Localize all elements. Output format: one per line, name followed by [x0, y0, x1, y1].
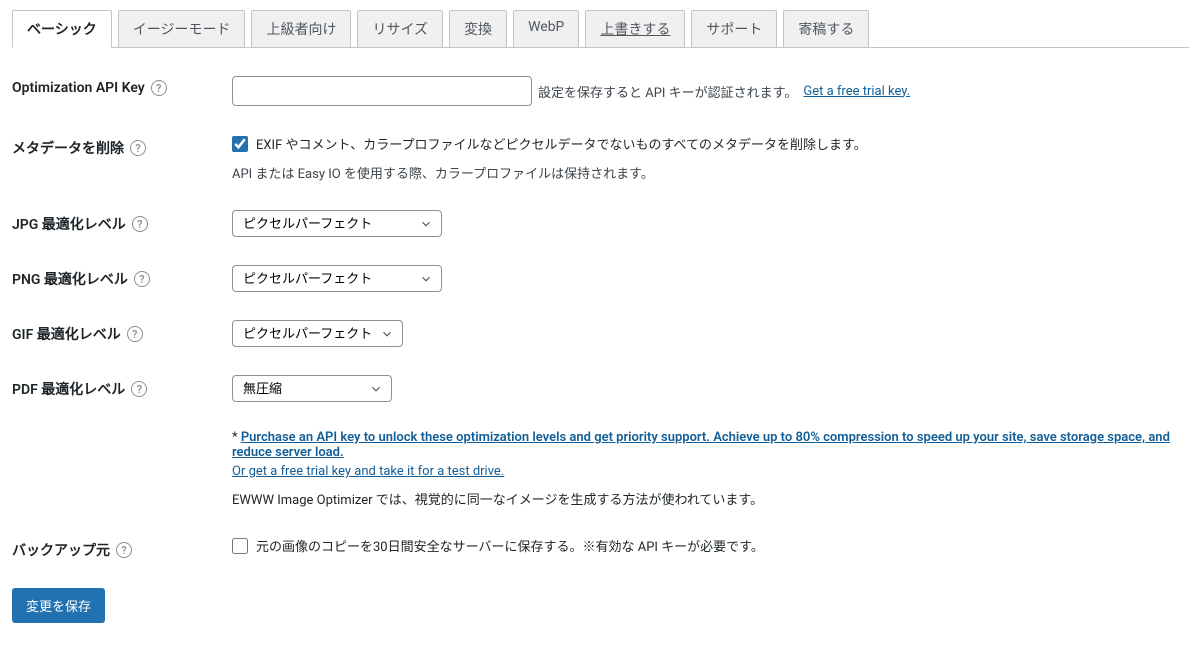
info-block: * Purchase an API key to unlock these op…: [232, 430, 1189, 508]
help-icon[interactable]: ?: [116, 542, 132, 558]
api-key-desc: 設定を保存すると API キーが認証されます。: [538, 82, 797, 101]
help-icon[interactable]: ?: [151, 80, 167, 96]
help-icon[interactable]: ?: [131, 381, 147, 397]
control-backup: 元の画像のコピーを30日間安全なサーバーに保存する。※有効な API キーが必要…: [232, 536, 1189, 555]
row-api-key: Optimization API Key ? 設定を保存すると API キーが認…: [12, 76, 1189, 106]
help-icon[interactable]: ?: [127, 326, 143, 342]
control-metadata: EXIF やコメント、カラープロファイルなどピクセルデータでないものすべてのメタ…: [232, 134, 1189, 182]
label-text-backup: バックアップ元: [12, 540, 110, 560]
label-text-pdf: PDF 最適化レベル: [12, 379, 125, 399]
metadata-sub-desc: API または Easy IO を使用する際、カラープロファイルは保持されます。: [232, 163, 1189, 182]
pdf-level-select[interactable]: 無圧縮: [232, 375, 392, 402]
help-icon[interactable]: ?: [134, 271, 150, 287]
label-text-gif: GIF 最適化レベル: [12, 324, 121, 344]
tab-basic[interactable]: ベーシック: [12, 10, 112, 48]
label-metadata: メタデータを削除 ?: [12, 134, 232, 158]
save-button[interactable]: 変更を保存: [12, 588, 105, 623]
gif-level-select[interactable]: ピクセルパーフェクト: [232, 320, 403, 347]
api-key-input[interactable]: [232, 76, 532, 106]
control-pdf-level: 無圧縮: [232, 375, 1189, 402]
label-text-jpg: JPG 最適化レベル: [12, 214, 126, 234]
control-gif-level: ピクセルパーフェクト: [232, 320, 1189, 347]
label-gif-level: GIF 最適化レベル ?: [12, 320, 232, 344]
label-api-key: Optimization API Key ?: [12, 76, 232, 96]
settings-tabs: ベーシック イージーモード 上級者向け リサイズ 変換 WebP 上書きする サ…: [12, 10, 1189, 48]
metadata-checkbox[interactable]: [232, 136, 248, 152]
label-text-api-key: Optimization API Key: [12, 80, 145, 96]
backup-checkbox[interactable]: [232, 538, 248, 554]
help-icon[interactable]: ?: [132, 216, 148, 232]
label-backup: バックアップ元 ?: [12, 536, 232, 560]
row-png-level: PNG 最適化レベル ? ピクセルパーフェクト: [12, 265, 1189, 292]
tab-convert[interactable]: 変換: [449, 10, 507, 48]
info-plain-text: EWWW Image Optimizer では、視覚的に同一なイメージを生成する…: [232, 489, 1189, 508]
tab-support[interactable]: サポート: [691, 10, 777, 48]
help-icon[interactable]: ?: [130, 140, 146, 156]
tab-overwrite[interactable]: 上書きする: [585, 10, 685, 48]
backup-checkbox-label: 元の画像のコピーを30日間安全なサーバーに保存する。※有効な API キーが必要…: [256, 536, 764, 555]
trial-key-link[interactable]: Or get a free trial key and take it for …: [232, 464, 504, 479]
label-text-png: PNG 最適化レベル: [12, 269, 128, 289]
row-backup: バックアップ元 ? 元の画像のコピーを30日間安全なサーバーに保存する。※有効な…: [12, 536, 1189, 560]
png-level-select[interactable]: ピクセルパーフェクト: [232, 265, 442, 292]
control-png-level: ピクセルパーフェクト: [232, 265, 1189, 292]
backup-checkbox-row: 元の画像のコピーを30日間安全なサーバーに保存する。※有効な API キーが必要…: [232, 536, 1189, 555]
label-png-level: PNG 最適化レベル ?: [12, 265, 232, 289]
row-jpg-level: JPG 最適化レベル ? ピクセルパーフェクト: [12, 210, 1189, 237]
label-pdf-level: PDF 最適化レベル ?: [12, 375, 232, 399]
row-pdf-level: PDF 最適化レベル ? 無圧縮: [12, 375, 1189, 402]
control-jpg-level: ピクセルパーフェクト: [232, 210, 1189, 237]
tab-advanced[interactable]: 上級者向け: [251, 10, 351, 48]
purchase-api-link[interactable]: Purchase an API key to unlock these opti…: [232, 430, 1170, 460]
tab-contribute[interactable]: 寄稿する: [783, 10, 869, 48]
label-text-metadata: メタデータを削除: [12, 138, 124, 158]
metadata-checkbox-label: EXIF やコメント、カラープロファイルなどピクセルデータでないものすべてのメタ…: [256, 134, 867, 153]
jpg-level-select[interactable]: ピクセルパーフェクト: [232, 210, 442, 237]
control-api-key: 設定を保存すると API キーが認証されます。 Get a free trial…: [232, 76, 1189, 106]
tab-webp[interactable]: WebP: [513, 10, 579, 48]
row-metadata: メタデータを削除 ? EXIF やコメント、カラープロファイルなどピクセルデータ…: [12, 134, 1189, 182]
free-trial-link[interactable]: Get a free trial key.: [803, 84, 910, 99]
tab-resize[interactable]: リサイズ: [357, 10, 443, 48]
label-jpg-level: JPG 最適化レベル ?: [12, 210, 232, 234]
metadata-checkbox-row: EXIF やコメント、カラープロファイルなどピクセルデータでないものすべてのメタ…: [232, 134, 1189, 153]
asterisk: *: [232, 430, 241, 445]
tab-easy-mode[interactable]: イージーモード: [118, 10, 246, 48]
row-gif-level: GIF 最適化レベル ? ピクセルパーフェクト: [12, 320, 1189, 347]
